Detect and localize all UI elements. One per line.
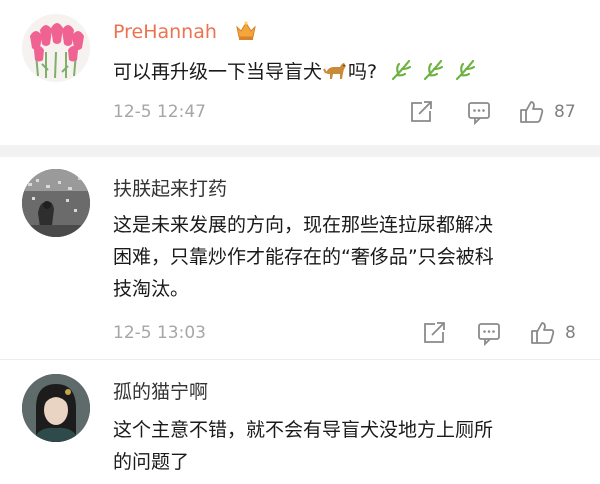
comment-item: 扶朕起来打药 这是未来发展的方向，现在那些连拉尿都解决 困难，只靠炒作才能存在的… — [0, 157, 600, 357]
grass-emoji-icon — [453, 57, 479, 83]
username[interactable]: PreHannah — [113, 20, 217, 44]
comment-meta: 12-5 13:03 8 — [0, 320, 600, 347]
section-divider — [0, 145, 600, 157]
comment-text-line: 这个主意不错，就不会有导盲犬没地方上厕所 — [113, 419, 494, 441]
comment-text: 吗? — [348, 61, 378, 83]
timestamp: 12-5 12:47 — [113, 102, 206, 122]
comment-icon[interactable] — [476, 320, 502, 347]
comment-icon[interactable] — [466, 99, 492, 126]
grass-emoji-icon — [421, 57, 447, 83]
share-icon[interactable] — [408, 99, 434, 125]
comment-meta: 12-5 12:47 87 — [0, 99, 600, 126]
comment-text-line: 这是未来发展的方向，现在那些连拉尿都解决 — [113, 214, 494, 236]
thumbs-up-icon[interactable] — [530, 320, 556, 346]
vip-crown-icon — [234, 18, 258, 42]
grass-emoji-icon — [389, 57, 415, 83]
avatar[interactable] — [22, 169, 90, 237]
comment-item: 孤的猫宁啊 这个主意不错，就不会有导盲犬没地方上厕所 的问题了 — [0, 360, 600, 484]
comment-text-line: 困难，只靠炒作才能存在的“奢侈品”只会被科 — [113, 246, 494, 268]
avatar[interactable] — [22, 14, 90, 82]
comment-text-line: 的问题了 — [113, 451, 190, 473]
share-icon[interactable] — [421, 320, 447, 346]
comment-text: 可以再升级一下当导盲犬 — [113, 61, 323, 83]
avatar[interactable] — [22, 374, 90, 442]
thumbs-up-icon[interactable] — [519, 99, 545, 125]
like-count: 87 — [554, 102, 576, 122]
dog-emoji-icon — [322, 57, 348, 83]
username[interactable]: 孤的猫宁啊 — [113, 380, 208, 404]
comment-body: 可以再升级一下当导盲犬 吗? — [113, 56, 583, 88]
comment-text-line: 技淘汰。 — [113, 278, 190, 300]
like-count: 8 — [565, 323, 576, 343]
timestamp: 12-5 13:03 — [113, 323, 206, 343]
comment-item: PreHannah 可以再升级一下当导盲犬 吗? 12-5 12:47 87 — [0, 0, 600, 160]
username[interactable]: 扶朕起来打药 — [113, 177, 227, 201]
